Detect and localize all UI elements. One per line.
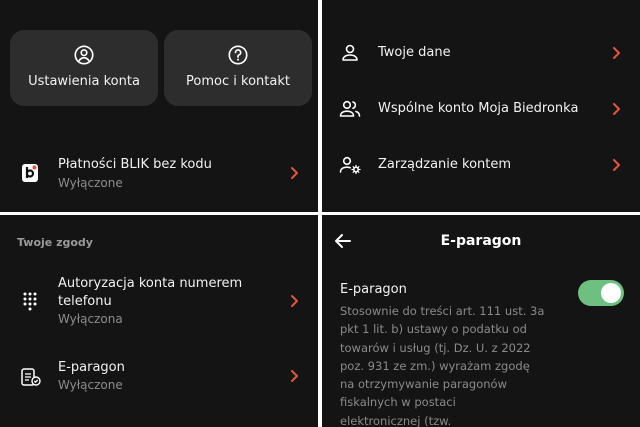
- help-contact-label: Pomoc i kontakt: [186, 74, 290, 89]
- description-line: elektronicznej (tzw.: [340, 413, 452, 427]
- consent-title-line2: telefonu: [58, 294, 112, 309]
- user-circle-icon: [74, 45, 94, 65]
- menu-item-label: Zarządzanie kontem: [378, 157, 512, 172]
- menu-item-account-management[interactable]: Zarządzanie kontem: [322, 147, 640, 183]
- chevron-right-icon: [613, 47, 620, 59]
- consent-description: Stosownie do treści art. 111 ust. 3a pkt…: [340, 302, 544, 427]
- users-icon: [339, 100, 361, 117]
- description-line: poz. 931 ze zm.) wyrażam zgodę: [340, 358, 530, 373]
- eparagon-toggle[interactable]: [578, 280, 624, 306]
- eparagon-detail-panel: E-paragon E-paragon Stosownie do treści …: [322, 215, 640, 427]
- page-title: E-paragon: [440, 233, 522, 249]
- setting-title: E-paragon: [340, 282, 407, 297]
- description-line: na otrzymywanie paragonów: [340, 377, 507, 392]
- consent-eparagon[interactable]: E-paragon Wyłączone: [0, 356, 318, 398]
- account-menu-panel: Ustawienia konta Pomoc i kontakt Płatnoś…: [0, 0, 318, 212]
- blik-row[interactable]: Płatności BLIK bez kodu Wyłączone: [0, 150, 318, 196]
- description-line: fiskalnych w postaci: [340, 395, 456, 410]
- help-contact-card[interactable]: Pomoc i kontakt: [164, 30, 312, 106]
- description-line: towarów i usług (tj. Dz. U. z 2022: [340, 340, 531, 355]
- description-line: pkt 1 lit. b) ustawy o podatku od: [340, 322, 527, 337]
- chevron-right-icon: [613, 159, 620, 171]
- section-title: Twoje zgody: [17, 236, 93, 249]
- receipt-icon: [21, 368, 41, 386]
- blik-status: Wyłączone: [58, 176, 123, 190]
- keypad-icon: [23, 292, 37, 311]
- blik-logo-icon: [22, 164, 38, 182]
- user-settings-icon: [339, 156, 361, 175]
- account-settings-label: Ustawienia konta: [28, 74, 140, 89]
- consent-title-line1: Autoryzacja konta numerem: [58, 276, 243, 291]
- menu-item-shared-account[interactable]: Wspólne konto Moja Biedronka: [322, 91, 640, 127]
- menu-item-label: Twoje dane: [378, 45, 451, 60]
- chevron-right-icon: [613, 103, 620, 115]
- chevron-right-icon: [291, 295, 298, 307]
- blik-title: Płatności BLIK bez kodu: [58, 157, 212, 172]
- account-options-panel: Twoje dane Wspólne konto Moja Biedronka …: [322, 0, 640, 212]
- account-settings-card[interactable]: Ustawienia konta: [10, 30, 158, 106]
- consent-status: Wyłączone: [58, 378, 123, 392]
- toggle-knob: [601, 283, 621, 303]
- consent-phone-auth[interactable]: Autoryzacja konta numerem telefonu Wyłąc…: [0, 273, 318, 329]
- description-line: Stosownie do treści art. 111 ust. 3a: [340, 304, 545, 318]
- consent-status: Wyłączona: [58, 312, 123, 326]
- help-circle-icon: [228, 45, 248, 65]
- menu-item-label: Wspólne konto Moja Biedronka: [378, 101, 579, 116]
- chevron-right-icon: [291, 167, 298, 179]
- consents-panel: Twoje zgody Autoryzacja konta numerem te…: [0, 215, 318, 427]
- user-icon: [342, 44, 358, 61]
- chevron-right-icon: [291, 370, 298, 382]
- consent-title: E-paragon: [58, 360, 125, 375]
- menu-item-your-data[interactable]: Twoje dane: [322, 35, 640, 71]
